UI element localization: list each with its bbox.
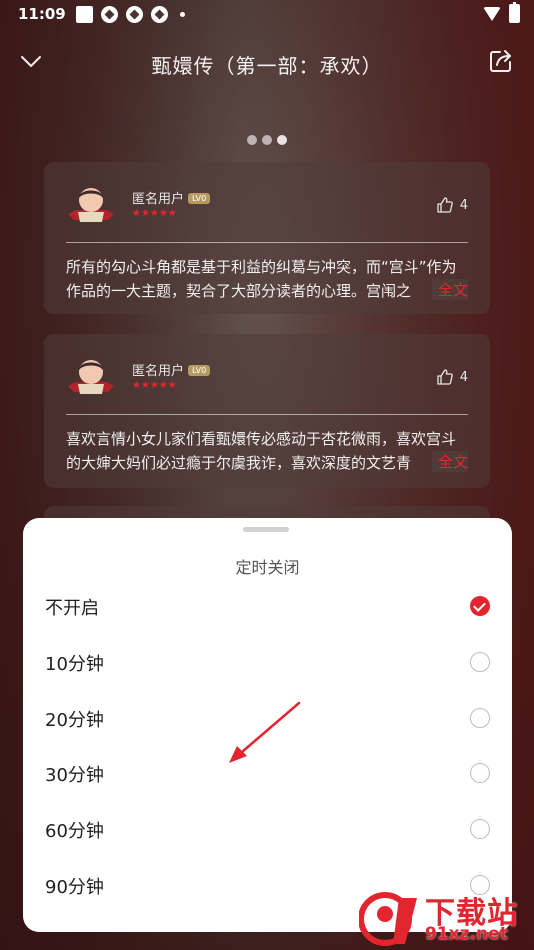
read-more-link[interactable]: 全文 (431, 279, 468, 300)
user-name: 匿名用户 LV0 (132, 360, 211, 379)
radio-button[interactable] (470, 763, 490, 783)
comment-text: 喜欢言情小女儿家们看甄嬛传必感动于杏花微雨，喜欢宫斗的大婶大妈们必过瘾于尔虞我诈… (66, 430, 457, 472)
like-count: 4 (459, 197, 468, 213)
radio-button[interactable] (470, 652, 490, 672)
notification-icons (75, 5, 185, 23)
divider (66, 242, 468, 243)
option-label: 60分钟 (45, 821, 104, 842)
rating-stars: ★★★★★ (132, 208, 177, 219)
option-label: 10分钟 (45, 654, 104, 675)
option-label: 20分钟 (45, 710, 104, 731)
watermark-logo-icon (359, 892, 417, 946)
carousel-dot (262, 135, 272, 145)
option-label: 90分钟 (45, 877, 104, 898)
radio-button[interactable] (470, 708, 490, 728)
system-icons (483, 2, 520, 23)
arrow-annotation (229, 701, 301, 763)
battery-icon (509, 2, 520, 23)
rating-stars: ★★★★★ (132, 380, 177, 391)
user-name: 匿名用户 LV0 (132, 188, 211, 207)
share-icon[interactable] (488, 48, 514, 74)
level-badge: LV0 (188, 193, 211, 204)
check-icon[interactable] (470, 596, 490, 616)
like-button[interactable]: 4 (436, 196, 468, 214)
wifi-icon (483, 6, 501, 21)
avatar (68, 360, 114, 394)
page-title: 甄嬛传（第一部：承欢） (151, 54, 383, 78)
sheet-title: 定时关闭 (235, 558, 300, 577)
status-time: 11:09 (18, 5, 66, 23)
comment-card[interactable]: 匿名用户 LV0 ★★★★★ 4 喜欢言情小女儿家们看甄嬛传必感动于杏花微雨，喜欢… (44, 334, 490, 488)
notification-app-icon (100, 5, 118, 23)
option-label: 不开启 (45, 598, 99, 619)
like-count: 4 (459, 369, 468, 385)
like-button[interactable]: 4 (436, 368, 468, 386)
watermark: 下载站 91xz.net (359, 888, 534, 950)
title-bar: 甄嬛传（第一部：承欢） (0, 40, 534, 84)
timer-option-60[interactable]: 60分钟 (23, 803, 512, 853)
carousel-indicator (0, 135, 534, 145)
carousel-dot (247, 135, 257, 145)
sheet-drag-handle[interactable] (243, 527, 289, 532)
watermark-url: 91xz.net (425, 924, 508, 944)
notification-app-icon (150, 5, 168, 23)
comment-text: 所有的勾心斗角都是基于利益的纠葛与冲突，而“宫斗”作为作品的一大主题，契合了大部… (66, 258, 457, 300)
level-badge: LV0 (188, 365, 211, 376)
thumbs-up-icon (437, 369, 453, 385)
notification-dot-icon (179, 11, 185, 17)
notification-app-icon (125, 5, 143, 23)
timer-option-off[interactable]: 不开启 (23, 580, 512, 630)
divider (66, 414, 468, 415)
carousel-dot-active (277, 135, 287, 145)
comment-card[interactable]: 匿名用户 LV0 ★★★★★ 4 所有的勾心斗角都是基于利益的纠葛与冲突，而“宫斗… (44, 162, 490, 314)
avatar (68, 188, 114, 222)
timer-option-10[interactable]: 10分钟 (23, 636, 512, 686)
thumbs-up-icon (437, 197, 453, 213)
option-label: 30分钟 (45, 765, 104, 786)
radio-button[interactable] (470, 819, 490, 839)
notification-square-icon (75, 5, 93, 23)
status-bar: 11:09 (0, 0, 534, 28)
read-more-link[interactable]: 全文 (431, 451, 468, 472)
